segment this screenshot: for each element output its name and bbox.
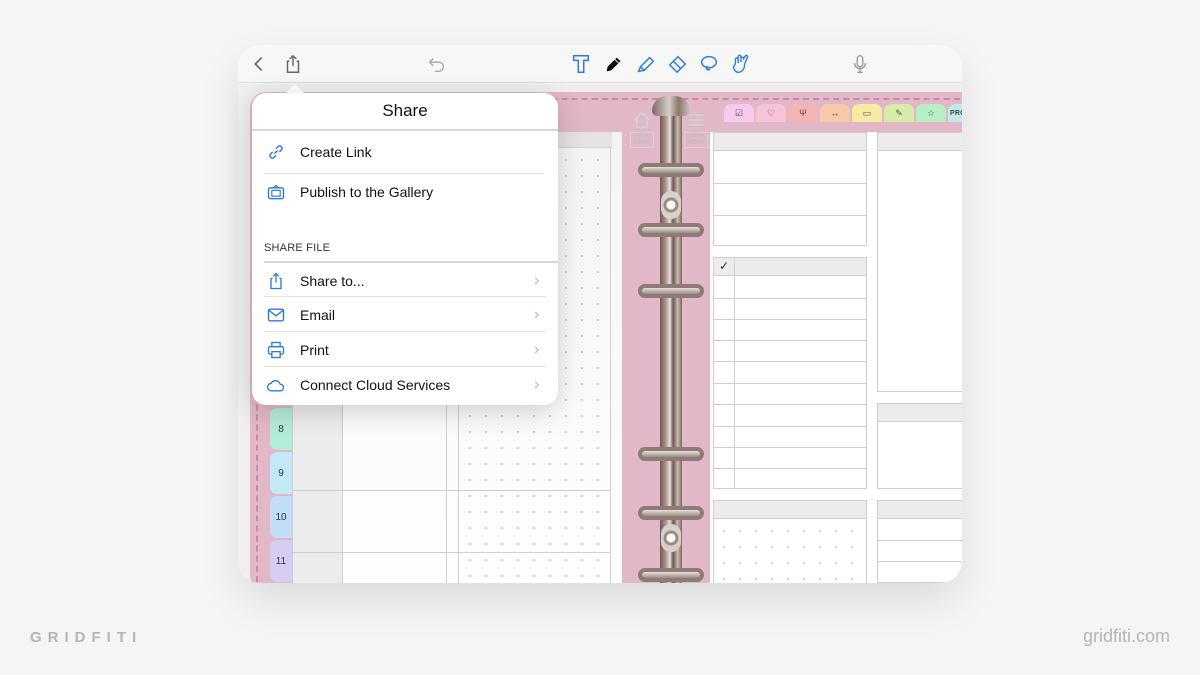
publish-gallery-button[interactable]: Publish to the Gallery (264, 174, 546, 209)
binder-ring (638, 506, 704, 520)
link-icon (264, 140, 288, 164)
pen-tool-icon[interactable] (603, 53, 625, 75)
menu-icon (688, 113, 704, 127)
share-popover: Share Create Link Publish to the Gallery… (252, 93, 558, 405)
tab-notes[interactable]: ✎ (884, 104, 914, 122)
lasso-tool-icon[interactable] (698, 53, 720, 75)
share-icon[interactable] (282, 53, 304, 75)
notes-box[interactable] (877, 132, 962, 392)
back-chevron-icon[interactable] (248, 53, 270, 75)
month-side-tabs: 7 8 9 10 11 (270, 382, 292, 583)
view-month-button[interactable]: VIEW MONTH (684, 110, 709, 148)
binder-ring (638, 284, 704, 298)
print-button[interactable]: Print › (264, 332, 546, 367)
view-week-button[interactable]: VIEW WEEK (630, 110, 654, 148)
popover-title: Share (252, 93, 558, 131)
undo-icon[interactable] (426, 53, 448, 75)
envelope-icon (264, 303, 288, 327)
tab-fitness[interactable]: ↔ (820, 104, 850, 122)
eraser-tool-icon[interactable] (667, 53, 689, 75)
binder-ring (638, 223, 704, 237)
highlighter-tool-icon[interactable] (635, 53, 657, 75)
star-icon: ☆ (926, 107, 936, 118)
month-tab-9[interactable]: 9 (270, 452, 292, 494)
binder-clasp (661, 191, 681, 219)
chevron-right-icon: › (534, 271, 540, 289)
chevron-right-icon: › (534, 305, 540, 323)
tab-health[interactable]: ♡ (756, 104, 786, 122)
connect-cloud-button[interactable]: Connect Cloud Services › (264, 367, 546, 402)
month-tab-11[interactable]: 11 (270, 540, 292, 582)
gallery-icon (264, 180, 288, 204)
share-to-button[interactable]: Share to... › (264, 263, 546, 298)
share-file-section-header: SHARE FILE (264, 242, 331, 254)
text-tool-icon[interactable] (570, 53, 592, 75)
month-tab-10[interactable]: 10 (270, 496, 292, 538)
lined-notes-box[interactable] (877, 500, 962, 583)
tab-finance[interactable]: ▭ (852, 104, 882, 122)
dot-notes-box[interactable] (713, 500, 867, 583)
money-icon: ▭ (862, 107, 872, 118)
binder-ring (638, 163, 704, 177)
checkbox-icon: ☑ (734, 107, 744, 118)
binder-ring (638, 447, 704, 461)
tab-goals[interactable]: ☆ (916, 104, 946, 122)
printer-icon (264, 338, 288, 362)
email-button[interactable]: Email › (264, 297, 546, 332)
checkmark-icon: ✓ (719, 259, 730, 273)
priorities-box[interactable] (713, 132, 867, 246)
right-page: ✓ (710, 132, 962, 583)
month-tab-8[interactable]: 8 (270, 408, 292, 450)
fork-knife-icon: Ψ (799, 108, 807, 118)
dumbbell-icon: ↔ (830, 108, 840, 118)
share-icon (264, 269, 288, 293)
tab-meals[interactable]: Ψ (788, 104, 818, 122)
chevron-right-icon: › (534, 340, 540, 358)
cloud-icon (264, 373, 288, 397)
reminders-box[interactable] (877, 403, 962, 489)
brand-logo: GRIDFITI (30, 629, 143, 646)
microphone-icon[interactable] (849, 53, 871, 75)
create-link-button[interactable]: Create Link (264, 134, 546, 169)
todo-checklist[interactable]: ✓ (713, 257, 867, 489)
heart-pulse-icon: ♡ (766, 107, 776, 118)
binder-clasp (661, 524, 681, 552)
tab-projects[interactable]: PROJEC (948, 104, 962, 122)
hand-pointer-tool-icon[interactable] (729, 53, 751, 75)
tab-projects-label: PROJEC (950, 109, 962, 117)
binder-ring (638, 568, 704, 582)
binder-rings: VIEW WEEK VIEW MONTH (630, 92, 710, 583)
app-toolbar (238, 45, 962, 83)
home-icon (633, 111, 651, 129)
chevron-right-icon: › (534, 375, 540, 393)
top-section-tabs: ☑ ♡ Ψ ↔ ▭ ✎ ☆ PROJEC (724, 104, 962, 122)
tab-checklist[interactable]: ☑ (724, 104, 754, 122)
notes-icon: ✎ (895, 107, 903, 118)
stage: ☑ ♡ Ψ ↔ ▭ ✎ ☆ PROJEC 7 8 9 10 11 (0, 0, 1200, 675)
brand-url: gridfiti.com (1082, 626, 1170, 646)
